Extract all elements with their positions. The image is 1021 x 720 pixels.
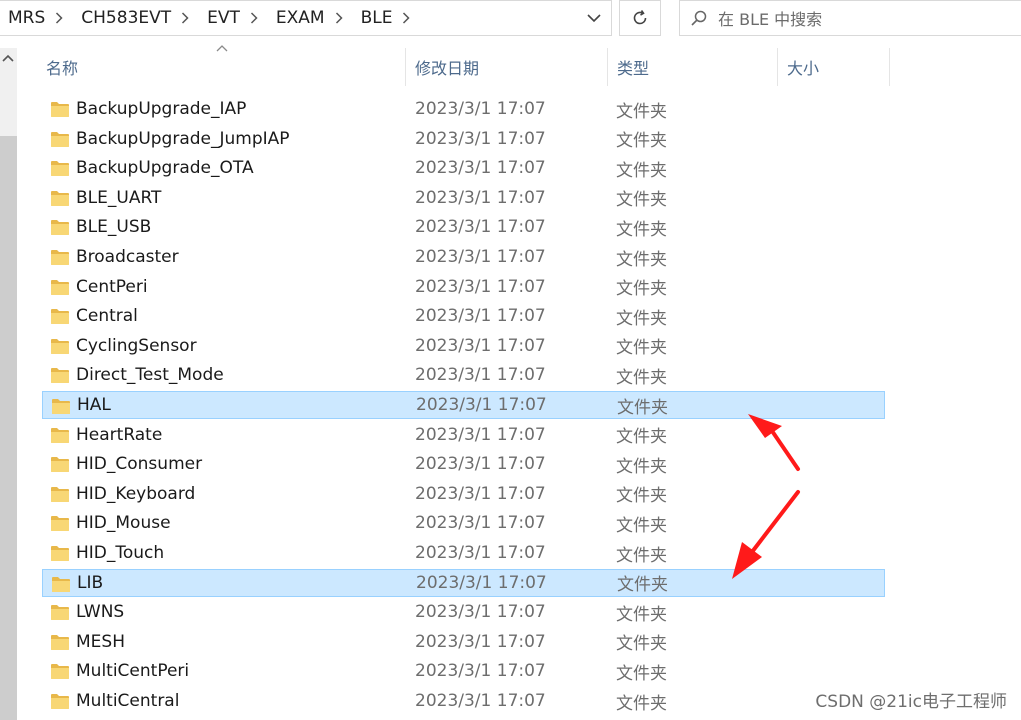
watermark: CSDN @21ic电子工程师 (815, 692, 1007, 712)
annotation-arrow-lib (732, 490, 800, 579)
annotation-arrows (732, 414, 800, 579)
annotation-arrow-hal (748, 414, 800, 471)
